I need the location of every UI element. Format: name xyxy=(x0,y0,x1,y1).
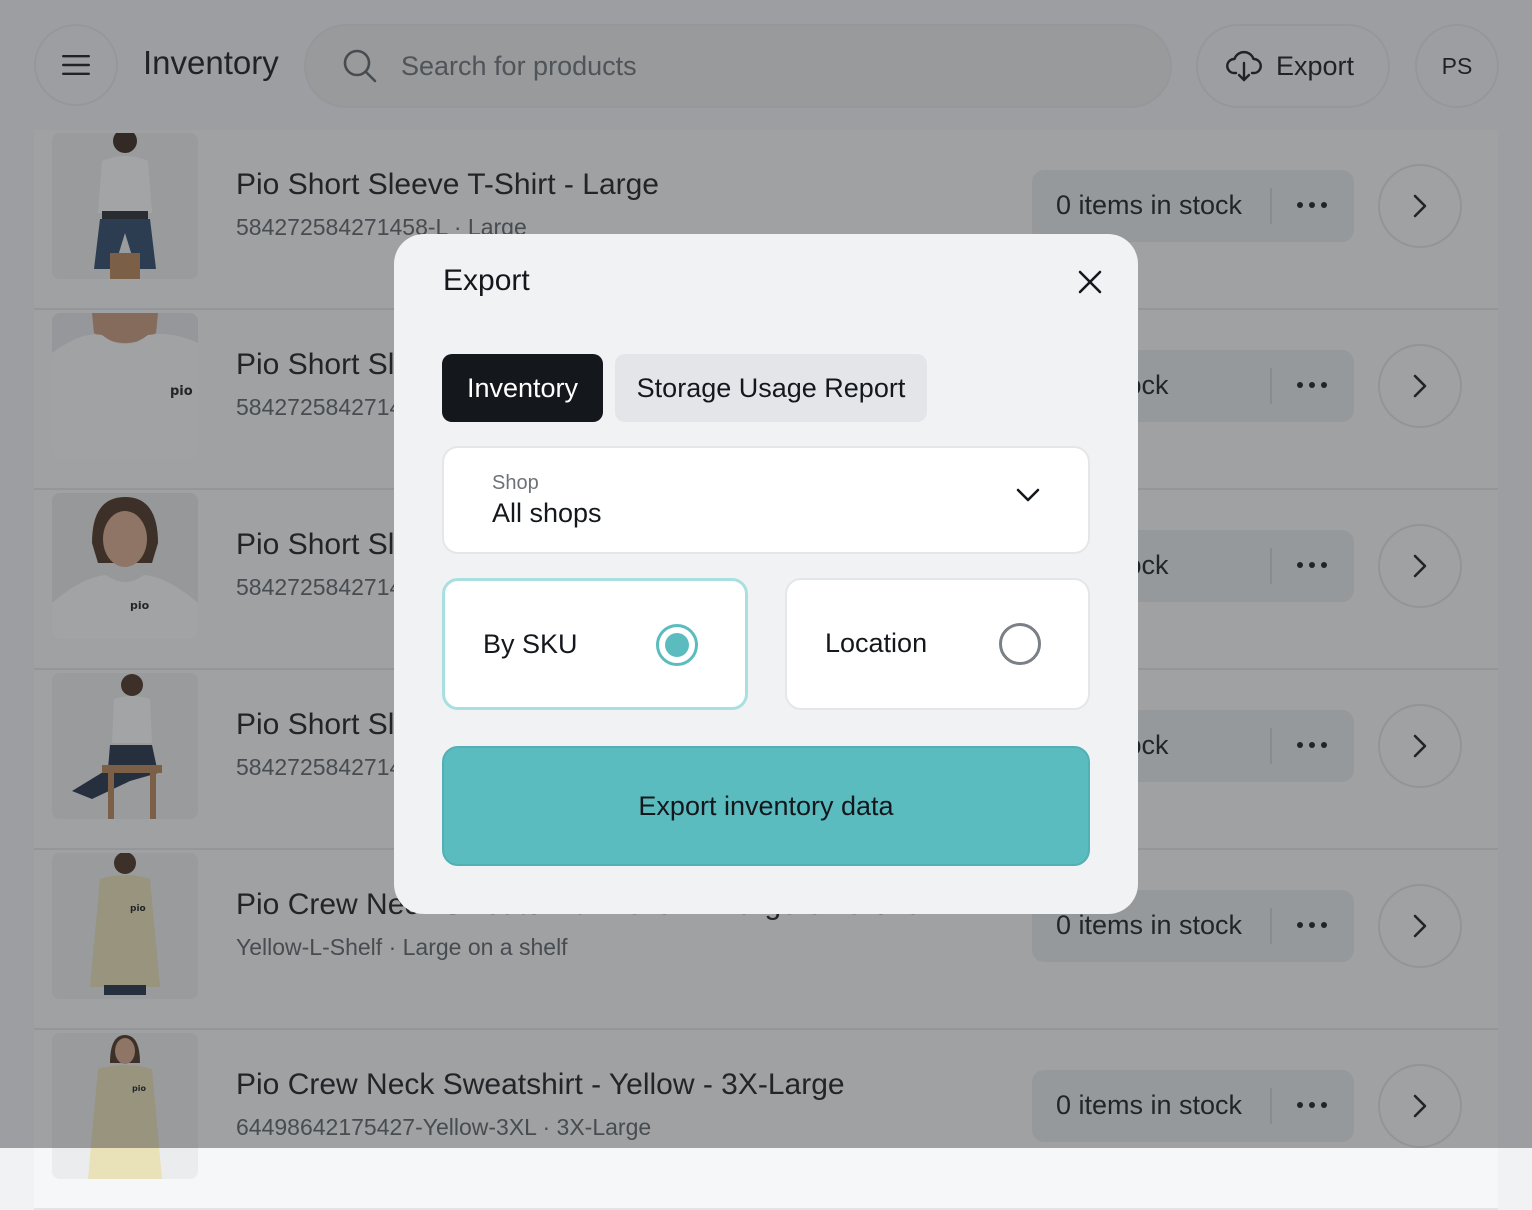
shop-select-value: All shops xyxy=(492,498,602,528)
export-inventory-data-button[interactable]: Export inventory data xyxy=(442,746,1090,866)
option-by-sku[interactable]: By SKU xyxy=(442,578,748,710)
close-icon xyxy=(1078,270,1102,294)
option-location[interactable]: Location xyxy=(785,578,1090,710)
radio-selected[interactable] xyxy=(656,624,698,666)
close-button[interactable] xyxy=(1072,264,1108,300)
option-label: By SKU xyxy=(483,629,578,659)
tab-storage-usage-report[interactable]: Storage Usage Report xyxy=(615,354,927,422)
shop-select-label: Shop xyxy=(492,472,539,494)
radio-unselected[interactable] xyxy=(999,623,1041,665)
inventory-page: Inventory Export PS xyxy=(0,0,1532,1210)
dialog-title: Export xyxy=(443,264,530,297)
option-label: Location xyxy=(825,628,928,658)
shop-select[interactable]: Shop All shops xyxy=(442,446,1090,554)
chevron-down-icon xyxy=(1016,488,1040,502)
tab-inventory[interactable]: Inventory xyxy=(442,354,603,422)
export-dialog: Export Inventory Storage Usage Report Sh… xyxy=(394,234,1138,914)
